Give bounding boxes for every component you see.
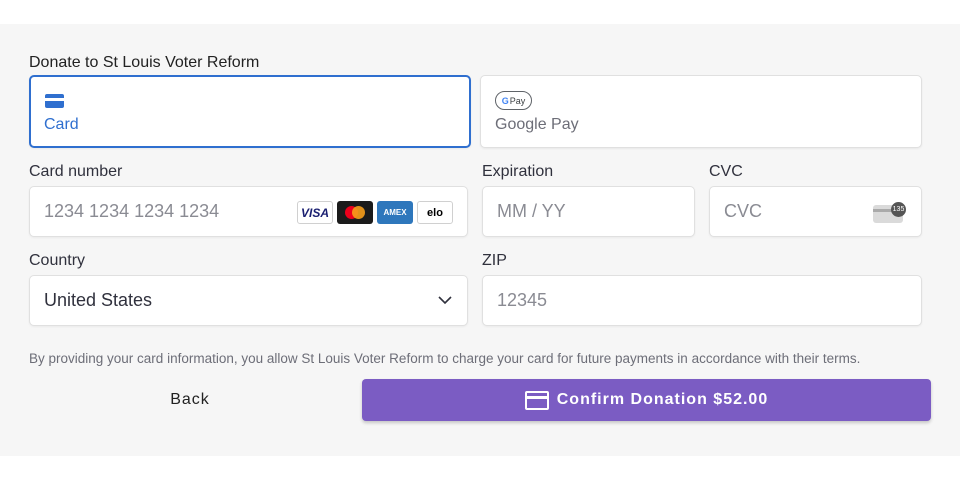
expiration-label: Expiration <box>482 163 554 180</box>
cvc-input[interactable] <box>724 187 851 236</box>
payment-method-google-pay-label: Google Pay <box>495 116 579 133</box>
confirm-donation-button[interactable]: Confirm Donation $52.00 <box>362 379 931 421</box>
elo-icon: elo <box>417 201 453 224</box>
terms-text: By providing your card information, you … <box>29 351 861 366</box>
card-number-label: Card number <box>29 163 123 180</box>
amex-icon: AMEX <box>377 201 413 224</box>
payment-method-card[interactable]: Card <box>29 75 471 148</box>
credit-card-icon <box>45 94 64 108</box>
payment-method-google-pay[interactable]: G Pay Google Pay <box>480 75 922 148</box>
confirm-donation-label: Confirm Donation $52.00 <box>556 391 769 408</box>
card-number-input[interactable] <box>44 187 307 236</box>
expiration-input[interactable] <box>497 187 624 236</box>
chevron-down-icon <box>438 296 452 305</box>
google-pay-icon: G Pay <box>495 91 532 110</box>
payment-method-card-label: Card <box>44 116 79 133</box>
country-select[interactable]: United States <box>29 275 468 326</box>
visa-icon: VISA <box>297 201 333 224</box>
back-button[interactable]: Back <box>29 379 351 421</box>
expiration-field[interactable] <box>482 186 695 237</box>
cvc-label: CVC <box>709 163 743 180</box>
cvc-hint-icon: 135 <box>873 202 906 223</box>
credit-card-icon <box>524 390 549 410</box>
mastercard-icon <box>337 201 373 224</box>
zip-label: ZIP <box>482 252 507 269</box>
cvc-field[interactable]: 135 <box>709 186 922 237</box>
form-heading: Donate to St Louis Voter Reform <box>29 54 260 71</box>
zip-input[interactable] <box>497 276 760 325</box>
card-number-field[interactable]: VISA AMEX elo <box>29 186 468 237</box>
zip-field[interactable] <box>482 275 922 326</box>
country-label: Country <box>29 252 86 269</box>
country-value: United States <box>44 290 153 310</box>
